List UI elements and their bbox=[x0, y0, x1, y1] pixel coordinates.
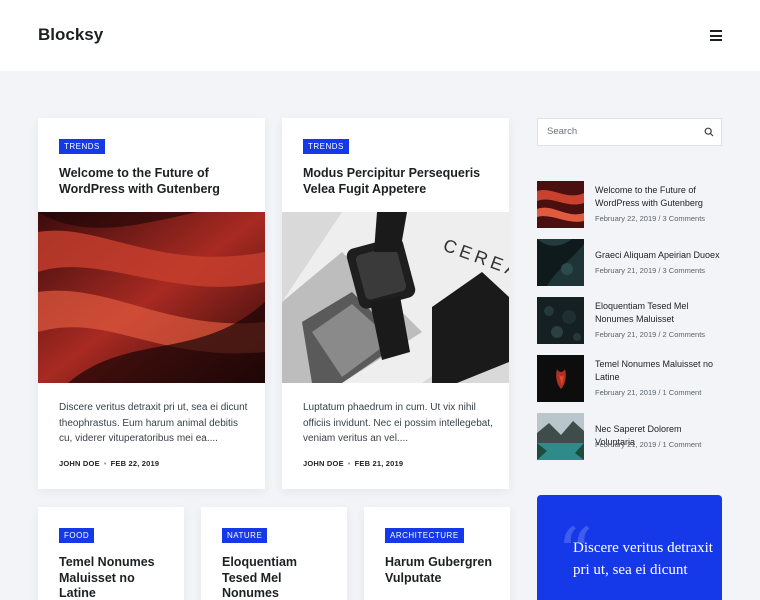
category-tag[interactable]: NATURE bbox=[222, 528, 268, 543]
post-title[interactable]: Harum Gubergren Vulputate bbox=[385, 555, 495, 586]
search-icon[interactable] bbox=[704, 127, 714, 137]
post-image[interactable]: CEREA bbox=[282, 212, 509, 383]
recent-post-item[interactable]: Welcome to the Future of WordPress with … bbox=[537, 181, 722, 228]
post-excerpt: Luptatum phaedrum in cum. Ut vix nihil o… bbox=[303, 402, 493, 444]
post-author[interactable]: JOHN DOE bbox=[59, 459, 100, 468]
quote-widget: “ Discere veritus detraxit pri ut, sea e… bbox=[537, 495, 722, 600]
recent-post-meta: February 21, 2019 / 3 Comments bbox=[595, 266, 706, 275]
post-card: FOOD Temel Nonumes Maluisset no Latine bbox=[38, 507, 184, 600]
post-date[interactable]: FEB 21, 2019 bbox=[355, 459, 404, 468]
post-card: NATURE Eloquentiam Tesed Mel Nonumes bbox=[201, 507, 347, 600]
recent-post-thumbnail[interactable] bbox=[537, 297, 584, 344]
recent-post-item[interactable]: Graeci Aliquam Apeirian Duoex February 2… bbox=[537, 239, 722, 286]
site-logo[interactable]: Blocksy bbox=[38, 25, 103, 45]
post-excerpt: Discere veritus detraxit pri ut, sea ei … bbox=[59, 402, 248, 444]
site-header: Blocksy bbox=[0, 0, 760, 71]
hamburger-menu-icon[interactable] bbox=[710, 30, 722, 41]
category-tag[interactable]: ARCHITECTURE bbox=[385, 528, 464, 543]
search-input[interactable] bbox=[547, 126, 697, 137]
recent-post-item[interactable]: Nec Saperet Dolorem Voluptaria February … bbox=[537, 413, 722, 460]
recent-post-thumbnail[interactable] bbox=[537, 413, 584, 460]
post-title[interactable]: Eloquentiam Tesed Mel Nonumes bbox=[222, 555, 332, 600]
post-meta: JOHN DOE • FEB 21, 2019 bbox=[303, 459, 404, 468]
post-author[interactable]: JOHN DOE bbox=[303, 459, 344, 468]
recent-post-meta: February 21, 2019 / 2 Comments bbox=[595, 330, 706, 339]
search-box bbox=[537, 118, 722, 146]
post-date[interactable]: FEB 22, 2019 bbox=[111, 459, 160, 468]
category-tag[interactable]: TRENDS bbox=[59, 139, 105, 154]
recent-post-thumbnail[interactable] bbox=[537, 181, 584, 228]
recent-post-item[interactable]: Eloquentiam Tesed Mel Nonumes Maluisset … bbox=[537, 297, 722, 344]
recent-post-thumbnail[interactable] bbox=[537, 239, 584, 286]
post-title[interactable]: Temel Nonumes Maluisset no Latine bbox=[59, 555, 169, 600]
post-meta: JOHN DOE • FEB 22, 2019 bbox=[59, 459, 160, 468]
quote-text: Discere veritus detraxit pri ut, sea ei … bbox=[573, 540, 713, 578]
recent-post-meta: February 22, 2019 / 3 Comments bbox=[595, 214, 706, 223]
recent-post-meta: February 21, 2019 / 1 Comment bbox=[595, 388, 702, 397]
post-image[interactable] bbox=[38, 212, 265, 383]
recent-post-meta: February 21, 2019 / 1 Comment bbox=[595, 440, 702, 449]
post-title[interactable]: Welcome to the Future of WordPress with … bbox=[59, 166, 249, 197]
post-title[interactable]: Modus Percipitur Persequeris Velea Fugit… bbox=[303, 166, 493, 197]
recent-post-thumbnail[interactable] bbox=[537, 355, 584, 402]
post-card: TRENDS Welcome to the Future of WordPres… bbox=[38, 118, 265, 489]
recent-post-item[interactable]: Temel Nonumes Maluisset no Latine Februa… bbox=[537, 355, 722, 402]
post-card: ARCHITECTURE Harum Gubergren Vulputate bbox=[364, 507, 510, 600]
category-tag[interactable]: TRENDS bbox=[303, 139, 349, 154]
recent-post-title[interactable]: Welcome to the Future of WordPress with … bbox=[595, 184, 722, 210]
recent-post-title[interactable]: Eloquentiam Tesed Mel Nonumes Maluisset bbox=[595, 300, 722, 326]
post-card: TRENDS Modus Percipitur Persequeris Vele… bbox=[282, 118, 509, 489]
category-tag[interactable]: FOOD bbox=[59, 528, 95, 543]
recent-post-title[interactable]: Graeci Aliquam Apeirian Duoex bbox=[595, 249, 722, 262]
recent-post-title[interactable]: Temel Nonumes Maluisset no Latine bbox=[595, 358, 722, 384]
